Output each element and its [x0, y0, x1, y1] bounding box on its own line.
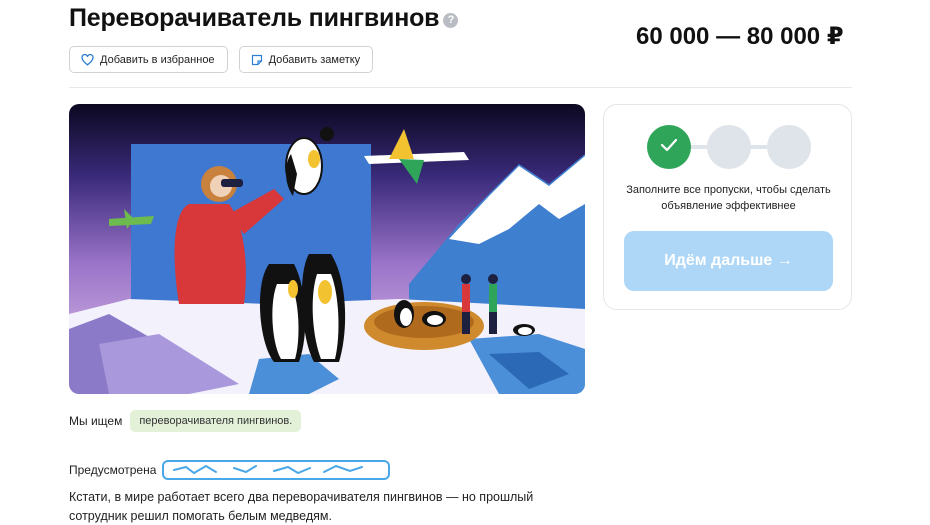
- step-connector: [751, 145, 767, 149]
- page-title-text: Переворачиватель пингвинов: [69, 4, 440, 32]
- provided-label: Предусмотрена: [69, 463, 157, 477]
- job-description: Кстати, в мире работает всего два перево…: [69, 490, 534, 523]
- question-circle-icon[interactable]: ?: [443, 13, 459, 28]
- step-2: [707, 125, 751, 169]
- page-title: Переворачиватель пингвинов?: [69, 4, 459, 33]
- completion-card: Заполните все пропуски, чтобы сделать об…: [603, 104, 852, 310]
- looking-for-label: Мы ищем: [69, 414, 123, 428]
- add-note-button[interactable]: Добавить заметку: [238, 46, 374, 73]
- step-1-done: [647, 125, 691, 169]
- progress-steps: [647, 125, 811, 169]
- position-tag[interactable]: переворачивателя пингвинов.: [130, 410, 302, 432]
- checkmark-icon: [660, 138, 678, 157]
- header-divider: [69, 87, 852, 88]
- provided-field[interactable]: [162, 460, 391, 480]
- step-connector: [691, 145, 707, 149]
- add-to-favorites-label: Добавить в избранное: [100, 53, 215, 66]
- penguin-illustration: [69, 104, 585, 394]
- sticky-note-icon: [251, 54, 263, 66]
- salary-range: 60 000 — 80 000 ₽: [636, 23, 844, 50]
- completion-hint: Заполните все пропуски, чтобы сделать об…: [626, 184, 831, 212]
- step-3: [767, 125, 811, 169]
- heart-icon: [81, 53, 94, 66]
- action-buttons: Добавить в избранное Добавить заметку: [69, 46, 374, 73]
- looking-for-row: Мы ищем переворачивателя пингвинов.: [69, 410, 302, 432]
- provided-row: Предусмотрена: [69, 460, 391, 480]
- next-button[interactable]: Идём дальше →: [624, 231, 833, 291]
- add-to-favorites-button[interactable]: Добавить в избранное: [69, 46, 228, 73]
- add-note-label: Добавить заметку: [268, 53, 361, 66]
